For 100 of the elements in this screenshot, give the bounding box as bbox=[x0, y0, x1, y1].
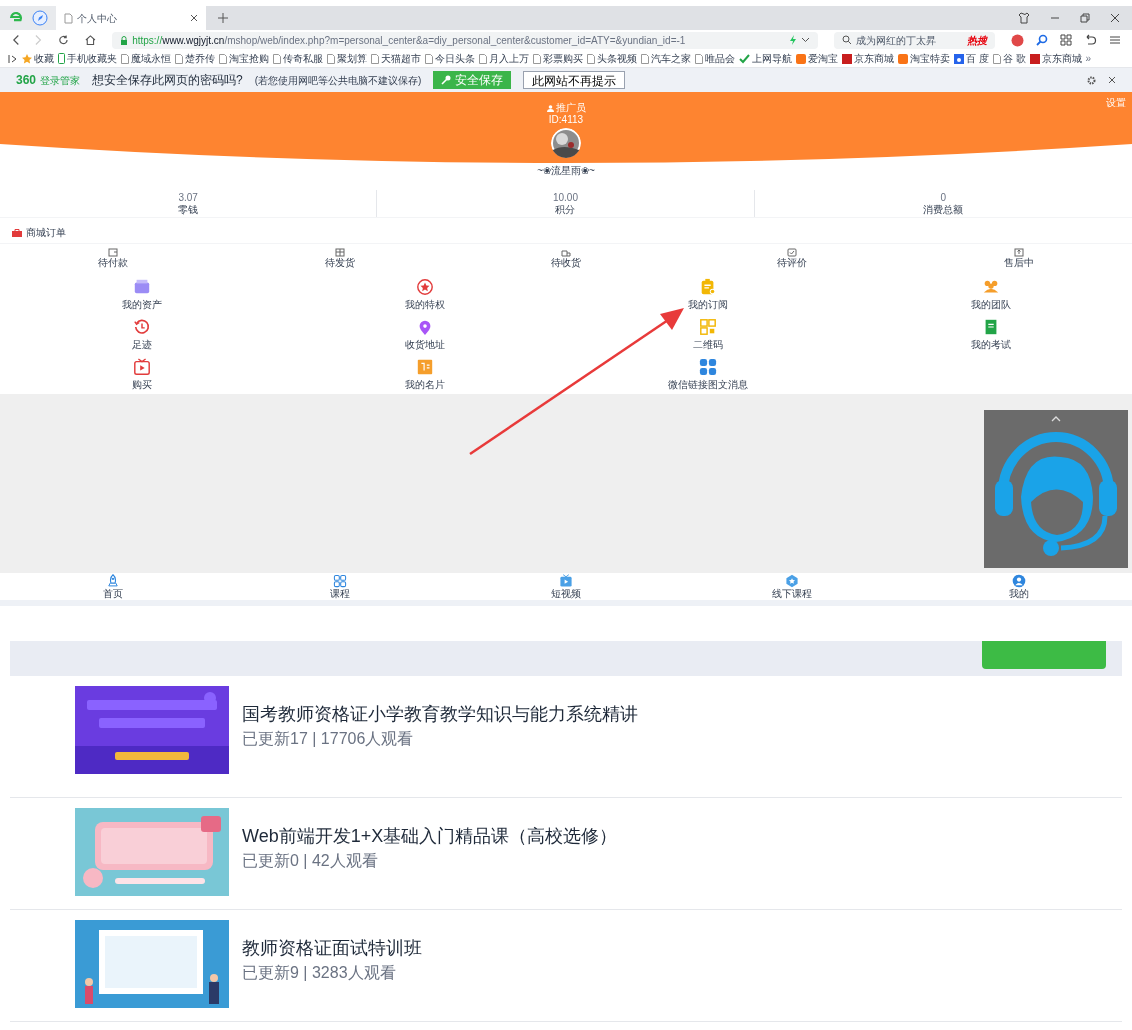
course-stats: 已更新17 | 17706人观看 bbox=[242, 729, 415, 749]
bookmark-link[interactable]: 汽车之家 bbox=[641, 51, 691, 66]
bookmark-link[interactable]: 彩票购买 bbox=[533, 51, 583, 66]
nickname: ~❀流星雨❀~ bbox=[537, 164, 595, 178]
page-icon bbox=[327, 53, 335, 64]
bookmark-link[interactable]: 唯品会 bbox=[695, 51, 735, 66]
menu-tile[interactable]: 购买 bbox=[0, 354, 283, 394]
bookmark-link[interactable]: 月入上万 bbox=[479, 51, 529, 66]
shopping-bag-icon bbox=[12, 228, 22, 237]
menu-tile[interactable]: 我的名片 bbox=[283, 354, 566, 394]
more-bookmarks-button[interactable]: » bbox=[1085, 51, 1092, 66]
wallet-icon bbox=[108, 247, 119, 257]
menu-tile[interactable]: 二维码 bbox=[566, 314, 849, 354]
shop-icon bbox=[796, 53, 806, 64]
phone-icon bbox=[58, 53, 65, 64]
bookmark-link[interactable]: 上网导航 bbox=[739, 51, 792, 66]
order-status-link[interactable]: 待付款 bbox=[0, 247, 227, 269]
menu-tile[interactable]: 我的资产 bbox=[0, 274, 283, 314]
close-icon[interactable] bbox=[190, 14, 198, 22]
order-status-link[interactable]: 售后中 bbox=[905, 247, 1132, 269]
page-icon bbox=[533, 53, 541, 64]
stat-value: 3.07 bbox=[178, 191, 198, 204]
tiles-icon bbox=[698, 357, 717, 376]
stat-value: 0 bbox=[940, 191, 947, 204]
menu-tile[interactable]: 我的特权 bbox=[283, 274, 566, 314]
bookmark-link[interactable]: 今日头条 bbox=[425, 51, 475, 66]
address-bar[interactable]: https://www.wgjyjt.cn/mshop/web/index.php?m=personal_center&a=diy_personal_center&customer_id=ATY=&yundian_id=-1 bbox=[112, 31, 819, 49]
chevron-up-icon[interactable] bbox=[1051, 416, 1061, 422]
bookmark-link[interactable]: 传奇私服 bbox=[273, 51, 323, 66]
truck-icon bbox=[561, 247, 571, 257]
history-icon bbox=[132, 317, 151, 336]
nav-tab[interactable]: 课程 bbox=[226, 574, 453, 599]
new-tab-icon[interactable] bbox=[218, 13, 228, 23]
squares-icon bbox=[332, 574, 347, 588]
shirt-icon[interactable] bbox=[1018, 12, 1030, 24]
search-field[interactable]: 成为网红的丁太昇 热搜 bbox=[834, 31, 995, 49]
reload-icon[interactable] bbox=[58, 34, 70, 46]
qr-code-icon bbox=[698, 317, 717, 336]
menu-tile[interactable]: 我的订阅 bbox=[566, 274, 849, 314]
nav-tab[interactable]: 首页 bbox=[0, 574, 227, 599]
back-icon[interactable] bbox=[12, 34, 20, 46]
close-icon[interactable] bbox=[1108, 76, 1116, 84]
nav-tab[interactable]: 线下课程 bbox=[679, 574, 906, 599]
menu-tile[interactable]: 足迹 bbox=[0, 314, 283, 354]
nav-tab[interactable]: 我的 bbox=[905, 574, 1132, 599]
bookmark-link[interactable]: 淘宝特卖 bbox=[898, 51, 950, 66]
bookmark-link[interactable]: 手机收藏夹 bbox=[58, 51, 117, 66]
page-icon bbox=[64, 12, 73, 24]
rocket-icon bbox=[106, 574, 121, 588]
shop-icon bbox=[898, 53, 908, 64]
key-icon bbox=[441, 75, 452, 85]
menu-tile[interactable]: 我的考试 bbox=[849, 314, 1132, 354]
bookmark-link[interactable]: 谷 歌 bbox=[992, 51, 1026, 66]
stat-label: 消费总额 bbox=[923, 203, 964, 216]
page-icon bbox=[641, 53, 649, 64]
bookmark-link[interactable]: 收藏 bbox=[22, 51, 54, 66]
compass-icon[interactable] bbox=[32, 10, 48, 26]
bookmark-link[interactable]: 京东商城 bbox=[1029, 51, 1082, 66]
never-for-site-button[interactable]: 此网站不再提示 bbox=[523, 71, 626, 89]
menu-tile[interactable]: 我的团队 bbox=[849, 274, 1132, 314]
stat-label: 零钱 bbox=[178, 203, 199, 216]
menu-tile[interactable]: 微信链接图文消息 bbox=[566, 354, 849, 394]
name-card-icon bbox=[415, 357, 434, 376]
sidebar-toggle-icon[interactable] bbox=[8, 53, 18, 64]
menu-icon[interactable] bbox=[1110, 35, 1120, 45]
settings-icon[interactable] bbox=[1087, 75, 1096, 85]
restore-icon[interactable] bbox=[1080, 13, 1090, 23]
close-icon[interactable] bbox=[1110, 13, 1120, 23]
page-icon bbox=[695, 53, 703, 64]
grid-icon[interactable] bbox=[1060, 34, 1072, 46]
browser-tab[interactable]: 个人中心 bbox=[56, 6, 206, 30]
order-status-link[interactable]: 待评价 bbox=[679, 247, 906, 269]
chevron-down-icon[interactable] bbox=[801, 37, 811, 43]
stat-value: 10.00 bbox=[552, 191, 578, 204]
password-hint: (若您使用网吧等公共电脑不建议保存) bbox=[254, 73, 422, 88]
course-title[interactable]: Web前端开发1+X基础入门精品课（高校选修） bbox=[242, 824, 618, 848]
wallet-icon bbox=[132, 277, 151, 296]
order-status-link[interactable]: 待收货 bbox=[452, 247, 680, 269]
nav-tab[interactable]: 短视频 bbox=[452, 574, 680, 599]
bookmark-link[interactable]: 爱淘宝 bbox=[796, 51, 838, 66]
brand-logo: 360 登录管家 bbox=[16, 72, 81, 89]
bookmark-link[interactable]: 百 度 bbox=[954, 51, 989, 66]
course-title[interactable]: 教师资格证面试特训班 bbox=[242, 936, 422, 960]
tab-title: 个人中心 bbox=[77, 11, 118, 26]
bookmark-link[interactable]: 魔域永恒 bbox=[121, 51, 171, 66]
bookmark-link[interactable]: 淘宝抢购 bbox=[219, 51, 269, 66]
bookmark-link[interactable]: 头条视频 bbox=[587, 51, 637, 66]
order-status-link[interactable]: 待发货 bbox=[226, 247, 453, 269]
bookmark-link[interactable]: 天猫超市 bbox=[371, 51, 421, 66]
home-icon[interactable] bbox=[85, 34, 97, 46]
bookmark-link[interactable]: 聚划算 bbox=[327, 51, 367, 66]
member-id: ID:4113 bbox=[548, 114, 584, 126]
star-icon bbox=[22, 53, 32, 64]
menu-tile[interactable]: 收货地址 bbox=[283, 314, 566, 354]
undo-icon[interactable] bbox=[1084, 34, 1098, 46]
bookmark-link[interactable]: 楚乔传 bbox=[175, 51, 215, 66]
stat-label: 积分 bbox=[555, 203, 576, 216]
course-title[interactable]: 国考教师资格证小学教育教学知识与能力系统精讲 bbox=[242, 702, 638, 726]
bookmark-link[interactable]: 京东商城 bbox=[842, 51, 894, 66]
search-icon[interactable] bbox=[1036, 34, 1048, 46]
